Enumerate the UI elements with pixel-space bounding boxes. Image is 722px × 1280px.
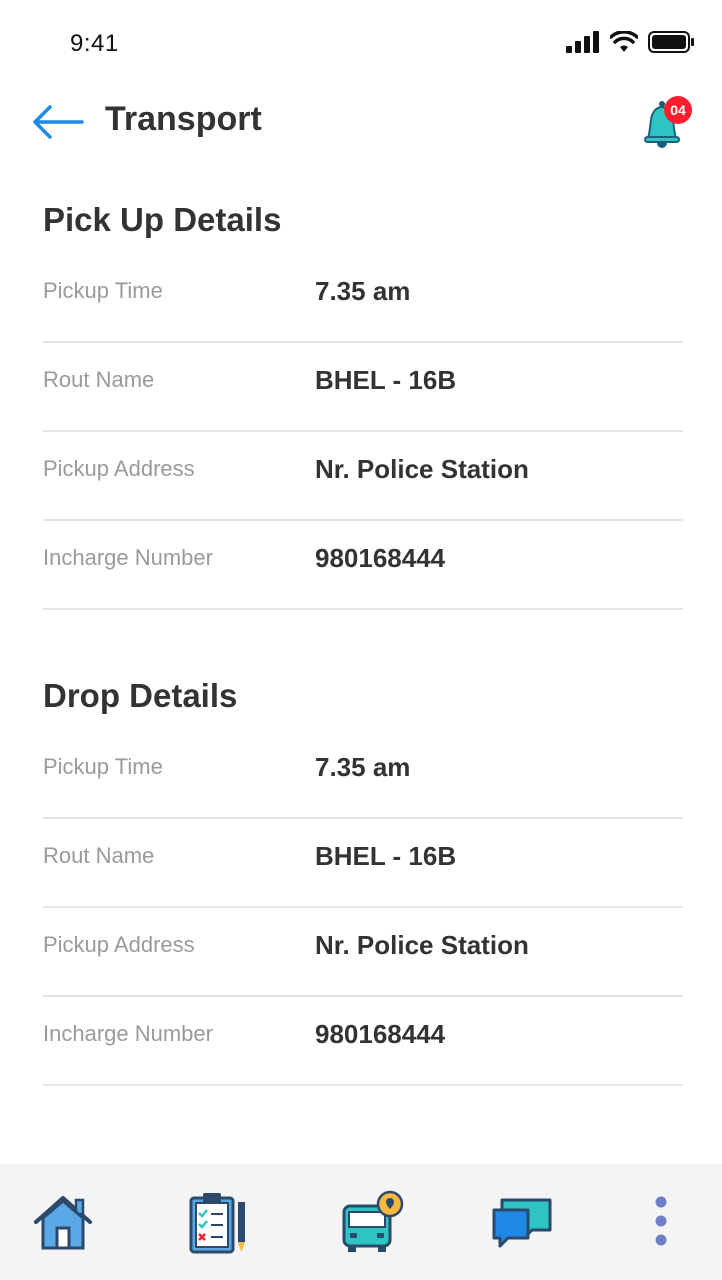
detail-label: Rout Name: [43, 843, 155, 868]
wifi-icon: [610, 31, 638, 52]
detail-row-pickup-time: Pickup Time 7.35 am: [43, 254, 683, 343]
detail-row-pickup-address: Pickup Address Nr. Police Station: [43, 908, 683, 997]
detail-value: Nr. Police Station: [315, 930, 529, 960]
detail-value: Nr. Police Station: [315, 454, 529, 484]
detail-value: BHEL - 16B: [315, 841, 457, 871]
detail-row-rout-name: Rout Name BHEL - 16B: [43, 343, 683, 432]
detail-row-rout-name: Rout Name BHEL - 16B: [43, 819, 683, 908]
notification-badge: 04: [664, 96, 692, 124]
signal-icon: [566, 31, 599, 53]
detail-row-incharge-number: Incharge Number 980168444: [43, 997, 683, 1086]
detail-label: Rout Name: [43, 367, 155, 392]
drop-details-section: Drop Details Pickup Time 7.35 am Rout Na…: [43, 674, 683, 1086]
detail-value: 980168444: [315, 1019, 446, 1049]
detail-row-pickup-address: Pickup Address Nr. Police Station: [43, 432, 683, 521]
section-title: Pick Up Details: [43, 201, 282, 238]
bus-location-icon[interactable]: [338, 1188, 408, 1258]
battery-icon: [648, 31, 694, 53]
page-title: Transport: [105, 100, 262, 138]
status-bar: 9:41: [0, 0, 722, 90]
detail-label: Pickup Address: [43, 932, 195, 957]
pickup-details-section: Pick Up Details Pickup Time 7.35 am Rout…: [43, 198, 683, 610]
detail-row-pickup-time: Pickup Time 7.35 am: [43, 730, 683, 819]
detail-label: Incharge Number: [43, 1021, 213, 1046]
back-arrow-icon[interactable]: [30, 102, 86, 142]
status-icons: [566, 31, 694, 53]
status-time: 9:41: [70, 30, 119, 57]
app-header: Transport: [0, 90, 722, 160]
detail-label: Pickup Time: [43, 754, 163, 779]
detail-value: 7.35 am: [315, 276, 411, 306]
detail-label: Pickup Address: [43, 456, 195, 481]
section-title: Drop Details: [43, 677, 238, 714]
detail-value: 980168444: [315, 543, 446, 573]
chat-icon[interactable]: [488, 1188, 558, 1258]
detail-label: Incharge Number: [43, 545, 213, 570]
detail-value: BHEL - 16B: [315, 365, 457, 395]
home-icon[interactable]: [28, 1188, 98, 1258]
bottom-navigation: [0, 1164, 722, 1280]
detail-row-incharge-number: Incharge Number 980168444: [43, 521, 683, 610]
more-vertical-icon[interactable]: [626, 1188, 696, 1258]
detail-value: 7.35 am: [315, 752, 411, 782]
detail-label: Pickup Time: [43, 278, 163, 303]
clipboard-checklist-icon[interactable]: [184, 1188, 254, 1258]
